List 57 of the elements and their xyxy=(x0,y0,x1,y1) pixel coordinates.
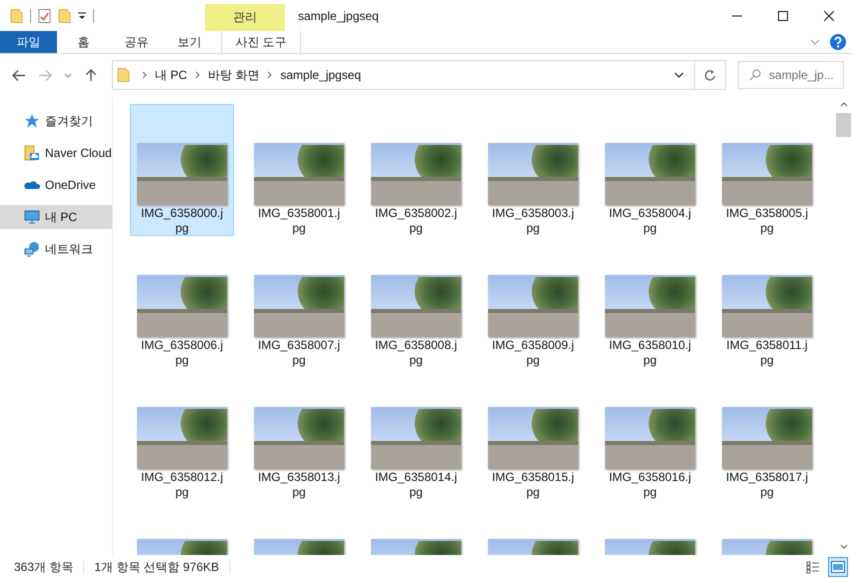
file-item[interactable]: IMG_6358006.jpg xyxy=(130,236,234,368)
chevron-icon[interactable] xyxy=(195,71,200,79)
sidebar-item[interactable]: Naver Cloud xyxy=(0,141,112,165)
file-item[interactable]: IMG_6358015.jpg xyxy=(481,368,585,500)
file-item[interactable]: IMG_6358003.jpg xyxy=(481,104,585,236)
sidebar-item[interactable]: 내 PC xyxy=(0,205,112,229)
close-icon[interactable] xyxy=(824,10,834,20)
sidebar-item[interactable]: 네트워크 xyxy=(0,237,112,261)
item-count: 363개 항목 xyxy=(14,558,74,576)
scroll-up-icon[interactable] xyxy=(840,102,848,107)
chevron-icon[interactable] xyxy=(267,71,272,79)
file-item[interactable]: IMG_6358013.jpg xyxy=(247,368,351,500)
breadcrumb[interactable]: 바탕 화면 xyxy=(208,66,260,84)
back-arrow-icon[interactable] xyxy=(12,68,26,82)
file-item[interactable]: IMG_6358009.jpg xyxy=(481,236,585,368)
up-arrow-icon[interactable] xyxy=(84,68,98,82)
search-field[interactable]: sample_jp... xyxy=(738,61,844,89)
chevron-icon[interactable] xyxy=(142,71,147,79)
monitor-icon xyxy=(24,209,40,225)
file-item[interactable]: IMG_6358017.jpg xyxy=(715,368,819,500)
checklist-icon[interactable] xyxy=(38,8,51,24)
file-item[interactable]: IMG_6358001.jpg xyxy=(247,104,351,236)
file-tab[interactable]: 파일 xyxy=(0,31,57,53)
file-item[interactable]: IMG_6358014.jpg xyxy=(364,368,468,500)
file-item[interactable]: IMG_6358010.jpg xyxy=(598,236,702,368)
file-item[interactable]: IMG_6358007.jpg xyxy=(247,236,351,368)
star-icon xyxy=(24,113,40,129)
large-icons-view-icon[interactable] xyxy=(828,557,848,577)
folder-icon xyxy=(117,67,130,83)
window-title: sample_jpgseq xyxy=(297,8,379,24)
maximize-icon[interactable] xyxy=(778,10,788,20)
help-icon[interactable] xyxy=(830,34,846,50)
address-bar[interactable]: 내 PC 바탕 화면 sample_jpgseq xyxy=(112,60,726,90)
ribbon-tab[interactable]: 사진 도구 xyxy=(221,31,301,53)
breadcrumb[interactable]: 내 PC xyxy=(155,66,188,84)
file-item[interactable]: IMG_6358016.jpg xyxy=(598,368,702,500)
file-item[interactable]: IMG_6358008.jpg xyxy=(364,236,468,368)
recent-dropdown-icon[interactable] xyxy=(64,72,72,78)
details-view-icon[interactable] xyxy=(806,560,820,574)
file-item[interactable]: IMG_6358000.jpg xyxy=(130,104,234,236)
network-icon xyxy=(24,241,40,257)
file-item[interactable]: IMG_6358012.jpg xyxy=(130,368,234,500)
context-tab-header: 관리 xyxy=(205,4,285,31)
scrollbar-thumb[interactable] xyxy=(836,113,851,137)
sidebar-item[interactable]: OneDrive xyxy=(0,173,112,197)
file-item[interactable]: IMG_6358005.jpg xyxy=(715,104,819,236)
breadcrumb[interactable]: sample_jpgseq xyxy=(280,68,362,82)
cloud-folder-icon xyxy=(24,145,40,161)
dropdown-icon[interactable] xyxy=(78,12,86,20)
file-item[interactable]: IMG_6358002.jpg xyxy=(364,104,468,236)
file-item[interactable]: IMG_6358011.jpg xyxy=(715,236,819,368)
dropdown-icon[interactable] xyxy=(674,72,684,78)
file-item[interactable]: IMG_6358004.jpg xyxy=(598,104,702,236)
sidebar-item[interactable]: 즐겨찾기 xyxy=(0,109,112,133)
selection-info: 1개 항목 선택함 976KB xyxy=(94,558,220,576)
expand-ribbon-icon[interactable] xyxy=(810,39,820,45)
scroll-down-icon[interactable] xyxy=(840,544,848,549)
